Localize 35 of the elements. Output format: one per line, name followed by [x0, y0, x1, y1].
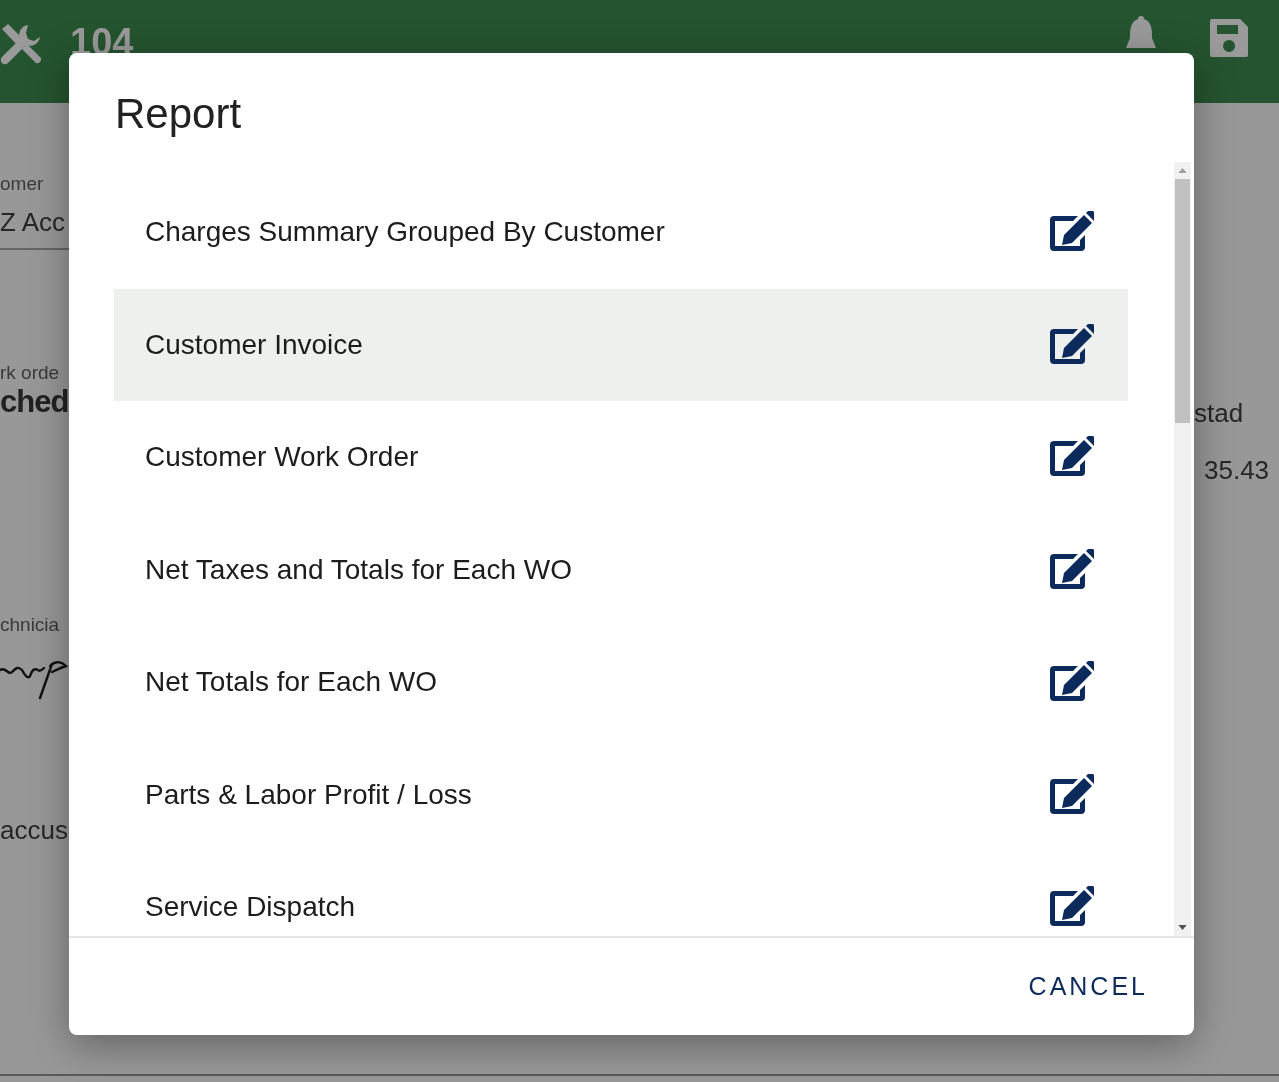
report-name: Customer Work Order	[145, 441, 419, 474]
report-item[interactable]: Charges Summary Grouped By Customer	[114, 176, 1128, 289]
report-name: Net Taxes and Totals for Each WO	[145, 553, 572, 586]
field-value: ched	[0, 384, 69, 420]
edit-icon[interactable]	[1048, 548, 1094, 591]
report-name: Charges Summary Grouped By Customer	[145, 216, 665, 249]
report-name: Service Dispatch	[145, 891, 356, 924]
report-name: Net Totals for Each WO	[145, 666, 438, 699]
edit-icon[interactable]	[1048, 436, 1094, 479]
field-value: accus	[0, 815, 68, 846]
edit-icon[interactable]	[1048, 773, 1094, 816]
report-name: Parts & Labor Profit / Loss	[145, 778, 472, 811]
cancel-button[interactable]: CANCEL	[1022, 964, 1154, 1009]
edit-icon[interactable]	[1048, 886, 1094, 929]
report-item[interactable]: Net Taxes and Totals for Each WO	[114, 513, 1128, 626]
field-label: rk orde	[0, 362, 60, 384]
edit-icon[interactable]	[1048, 211, 1094, 254]
dialog-title: Report	[115, 89, 243, 139]
report-item[interactable]: Service Dispatch	[114, 851, 1128, 936]
field-value: stad	[1194, 398, 1244, 429]
save-icon[interactable]	[1208, 16, 1250, 59]
report-item[interactable]: Customer Work Order	[114, 401, 1128, 514]
report-item[interactable]: Net Totals for Each WO	[114, 626, 1128, 739]
edit-icon[interactable]	[1048, 323, 1094, 366]
field-label: omer	[0, 173, 44, 195]
signature-drawing	[0, 658, 68, 700]
field-value: 35.43	[1204, 455, 1270, 486]
edit-icon[interactable]	[1048, 661, 1094, 704]
report-name: Customer Invoice	[145, 328, 363, 361]
report-item[interactable]: Customer Invoice	[114, 288, 1128, 401]
scrollbar[interactable]	[1174, 162, 1191, 936]
report-item[interactable]: Parts & Labor Profit / Loss	[114, 738, 1128, 851]
field-label: chnicia	[0, 614, 60, 636]
scrollbar-thumb[interactable]	[1175, 179, 1190, 423]
scroll-down-icon[interactable]	[1178, 925, 1187, 930]
